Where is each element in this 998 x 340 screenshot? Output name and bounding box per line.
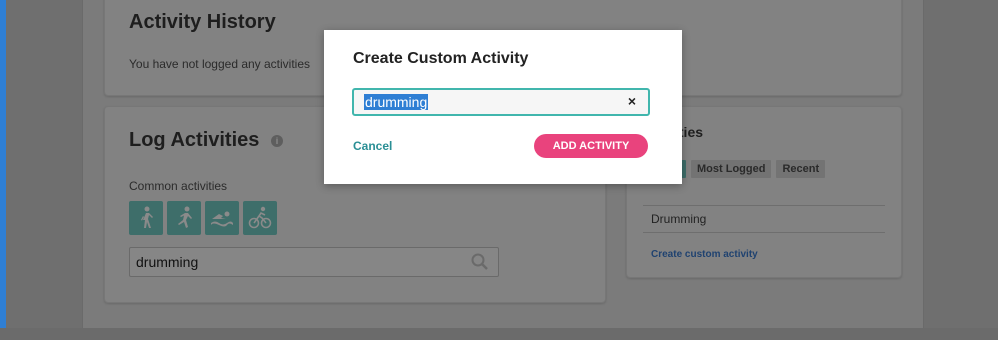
- modal-title: Create Custom Activity: [353, 50, 529, 67]
- cancel-button[interactable]: Cancel: [353, 139, 392, 153]
- create-custom-activity-link[interactable]: Create custom activity: [651, 249, 758, 260]
- common-activities-icons: [129, 201, 277, 235]
- create-custom-activity-modal: Create Custom Activity drumming × Cancel…: [324, 30, 682, 184]
- common-activities-label: Common activities: [129, 179, 228, 193]
- list-item[interactable]: Drumming: [643, 206, 885, 233]
- custom-activity-name-value: drumming: [364, 94, 429, 110]
- activity-history-title: Activity History: [129, 11, 276, 33]
- favorites-list: Drumming: [643, 205, 885, 233]
- walking-icon[interactable]: [129, 201, 163, 235]
- running-icon[interactable]: [167, 201, 201, 235]
- log-activities-title: Log Activities: [129, 129, 260, 151]
- cycling-icon[interactable]: [243, 201, 277, 235]
- add-activity-button[interactable]: ADD ACTIVITY: [534, 134, 648, 158]
- tab-most-logged[interactable]: Most Logged: [691, 160, 772, 178]
- custom-activity-name-input[interactable]: drumming ×: [352, 88, 650, 116]
- info-icon[interactable]: i: [271, 135, 283, 147]
- tab-recent[interactable]: Recent: [776, 160, 826, 178]
- left-accent-bar: [0, 0, 6, 340]
- activity-search-value: drumming: [136, 254, 199, 270]
- clear-input-icon[interactable]: ×: [628, 93, 636, 109]
- page-bottom-strip: [0, 328, 998, 340]
- activity-history-empty-text: You have not logged any activities: [129, 57, 311, 71]
- activity-search-input[interactable]: drumming: [129, 247, 499, 277]
- search-icon[interactable]: [470, 252, 490, 272]
- swimming-icon[interactable]: [205, 201, 239, 235]
